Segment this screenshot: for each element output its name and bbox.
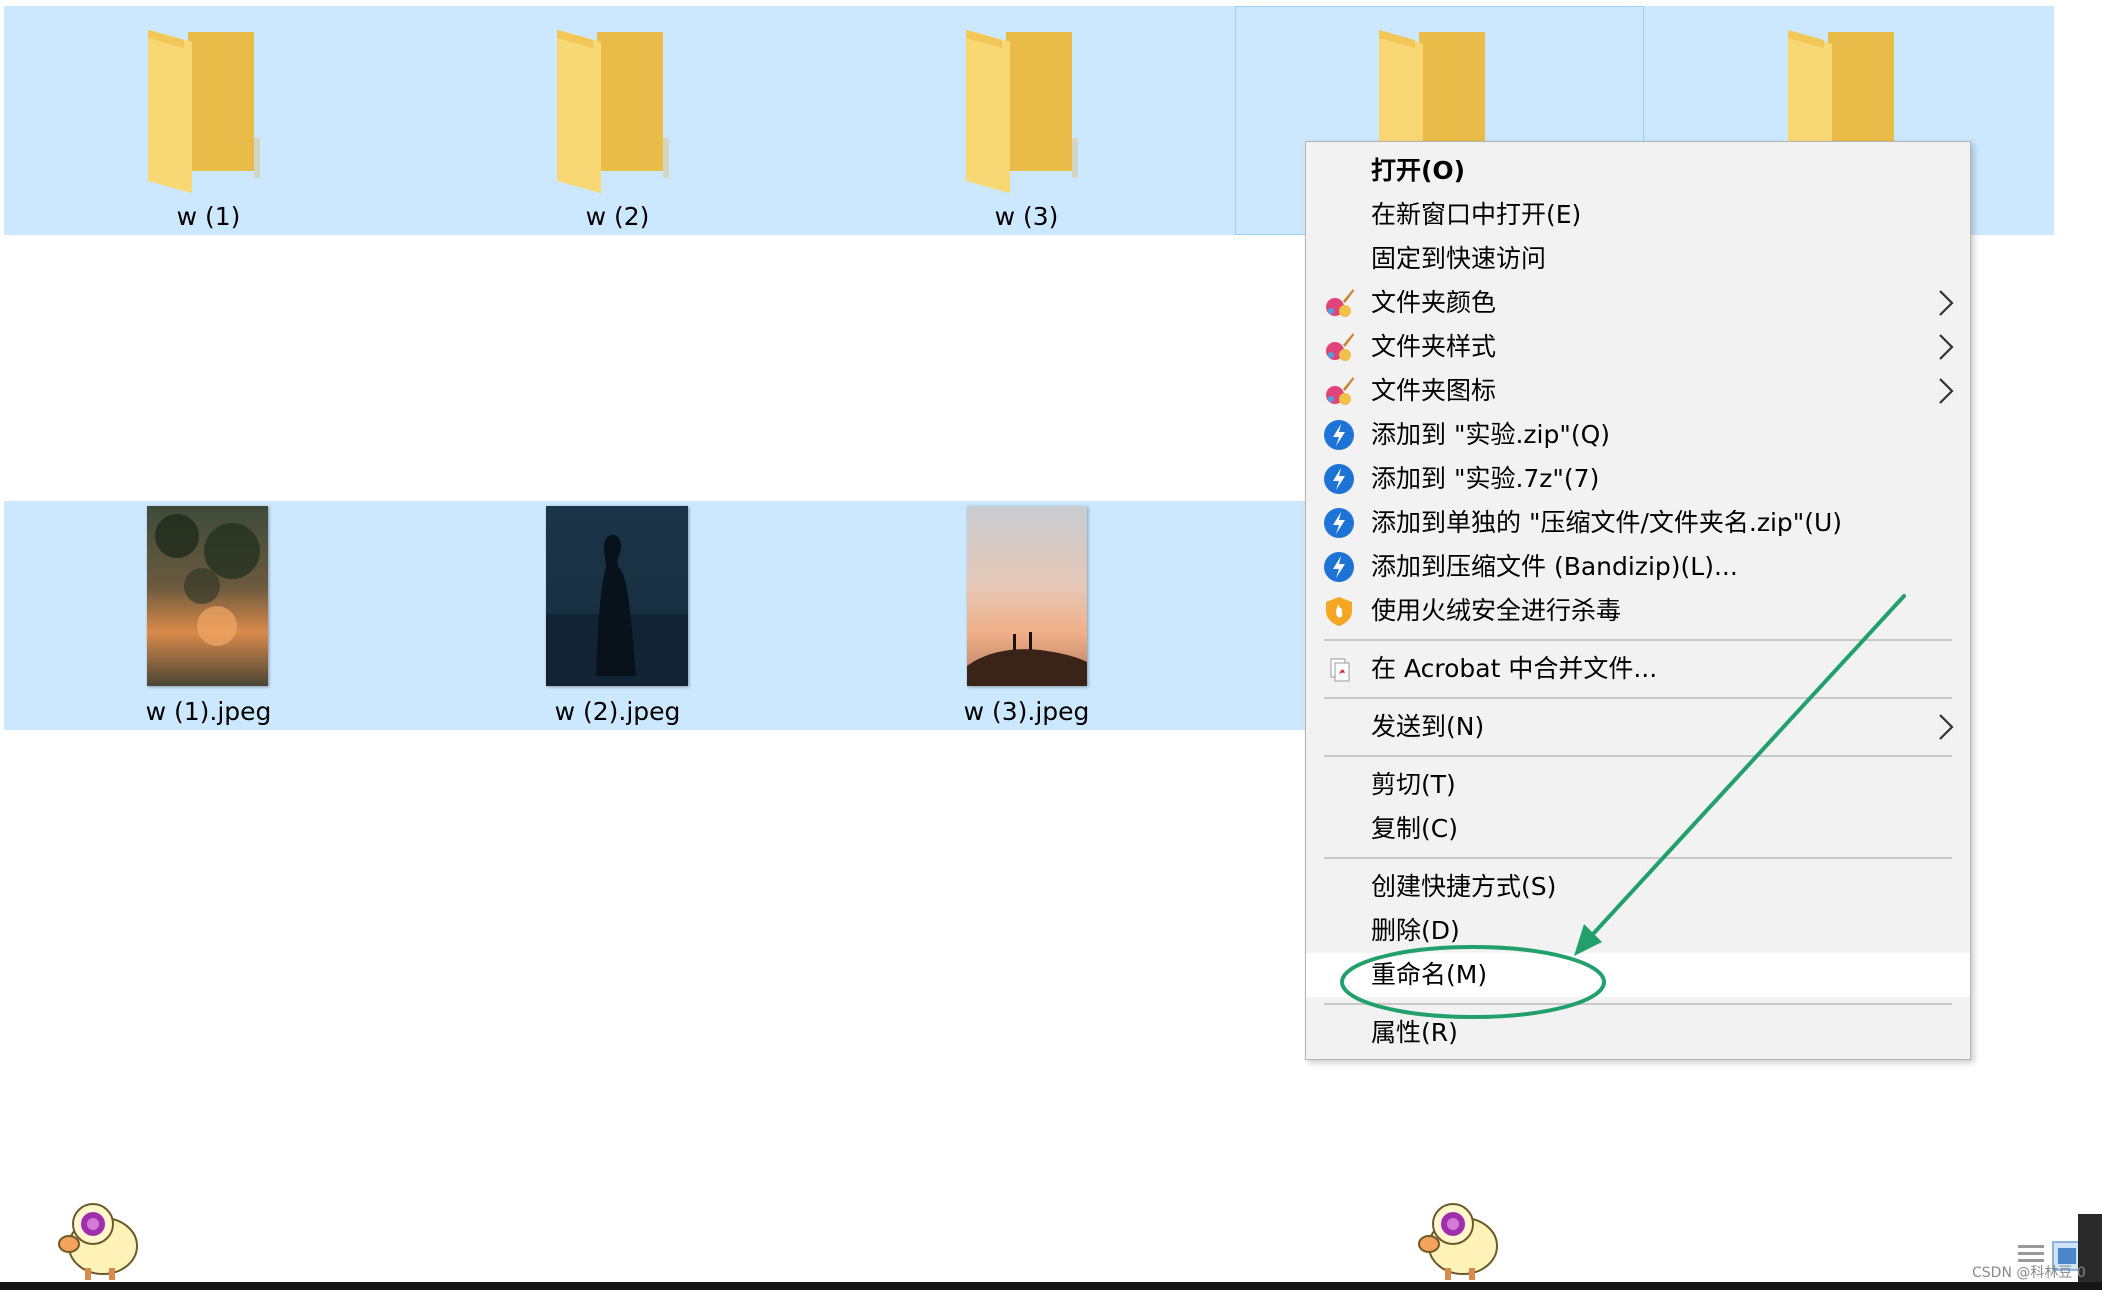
paint-brush-icon bbox=[1326, 377, 1354, 405]
menu-item-label: 文件夹样式 bbox=[1371, 332, 1497, 361]
menu-item-scan-virus[interactable]: 使用火绒安全进行杀毒 bbox=[1306, 589, 1970, 633]
menu-separator bbox=[1324, 639, 1952, 641]
menu-item-open-new-window[interactable]: 在新窗口中打开(E) bbox=[1306, 193, 1970, 237]
bottom-edge-bar bbox=[0, 1282, 2102, 1290]
bandizip-icon bbox=[1324, 552, 1354, 582]
paint-brush-icon bbox=[1326, 289, 1354, 317]
menu-item-delete[interactable]: 删除(D) bbox=[1306, 909, 1970, 953]
image-thumbnail bbox=[967, 506, 1087, 686]
bandizip-icon bbox=[1324, 420, 1354, 450]
menu-separator bbox=[1324, 697, 1952, 699]
menu-item-rename[interactable]: 重命名(M) bbox=[1306, 953, 1970, 997]
file-item-folder-w3[interactable]: w (3) bbox=[822, 6, 1231, 235]
menu-item-add-zip[interactable]: 添加到 "实验.zip"(Q) bbox=[1306, 413, 1970, 457]
file-name: w (2).jpeg bbox=[554, 697, 681, 726]
huorong-shield-icon bbox=[1326, 597, 1352, 626]
menu-item-label: 在新窗口中打开(E) bbox=[1371, 200, 1582, 229]
menu-item-send-to[interactable]: 发送到(N) bbox=[1306, 705, 1970, 749]
menu-item-label: 打开(O) bbox=[1371, 156, 1466, 185]
chevron-right-icon bbox=[1939, 378, 1954, 404]
menu-item-label: 创建快捷方式(S) bbox=[1371, 872, 1557, 901]
file-item-folder-w1[interactable]: w (1) bbox=[4, 6, 413, 235]
menu-separator bbox=[1324, 1003, 1952, 1005]
menu-item-label: 重命名(M) bbox=[1371, 960, 1488, 989]
menu-item-label: 添加到压缩文件 (Bandizip)(L)... bbox=[1371, 552, 1738, 581]
menu-item-copy[interactable]: 复制(C) bbox=[1306, 807, 1970, 851]
menu-item-open[interactable]: 打开(O) bbox=[1306, 149, 1970, 193]
file-name: w (3).jpeg bbox=[963, 697, 1090, 726]
menu-item-add-separate[interactable]: 添加到单独的 "压缩文件/文件夹名.zip"(U) bbox=[1306, 501, 1970, 545]
chevron-right-icon bbox=[1939, 334, 1954, 360]
bandizip-icon bbox=[1324, 464, 1354, 494]
menu-item-label: 属性(R) bbox=[1371, 1018, 1458, 1047]
menu-item-folder-icon[interactable]: 文件夹图标 bbox=[1306, 369, 1970, 413]
chevron-right-icon bbox=[1939, 714, 1954, 740]
sheep-mascot-icon[interactable] bbox=[55, 1198, 141, 1282]
file-item-image-w1[interactable]: w (1).jpeg bbox=[4, 501, 413, 730]
menu-separator bbox=[1324, 755, 1952, 757]
file-item-image-w3[interactable]: w (3).jpeg bbox=[822, 501, 1231, 730]
watermark: CSDN @科林豆 0 bbox=[1972, 1265, 2086, 1281]
menu-item-label: 添加到 "实验.zip"(Q) bbox=[1371, 420, 1611, 449]
menu-item-label: 固定到快速访问 bbox=[1371, 244, 1547, 273]
menu-item-cut[interactable]: 剪切(T) bbox=[1306, 763, 1970, 807]
image-thumbnail bbox=[546, 506, 688, 686]
menu-item-label: 删除(D) bbox=[1371, 916, 1460, 945]
menu-item-label: 发送到(N) bbox=[1371, 712, 1485, 741]
sheep-mascot-icon[interactable] bbox=[1415, 1198, 1501, 1282]
menu-item-label: 添加到 "实验.7z"(7) bbox=[1371, 464, 1600, 493]
menu-item-folder-color[interactable]: 文件夹颜色 bbox=[1306, 281, 1970, 325]
menu-separator bbox=[1324, 857, 1952, 859]
menu-item-label: 使用火绒安全进行杀毒 bbox=[1371, 596, 1622, 625]
folder-icon bbox=[148, 29, 260, 194]
menu-item-label: 复制(C) bbox=[1371, 814, 1458, 843]
chevron-right-icon bbox=[1939, 290, 1954, 316]
context-menu: 打开(O) 在新窗口中打开(E) 固定到快速访问 文件夹颜色 文件夹样式 文件夹… bbox=[1305, 141, 1971, 1060]
menu-item-pin-quick-access[interactable]: 固定到快速访问 bbox=[1306, 237, 1970, 281]
paint-brush-icon bbox=[1326, 333, 1354, 361]
folder-icon bbox=[966, 29, 1078, 194]
menu-item-create-shortcut[interactable]: 创建快捷方式(S) bbox=[1306, 865, 1970, 909]
file-name: w (2) bbox=[585, 202, 650, 231]
file-name: w (3) bbox=[994, 202, 1059, 231]
file-name: w (1) bbox=[176, 202, 241, 231]
menu-item-label: 在 Acrobat 中合并文件... bbox=[1371, 654, 1658, 683]
menu-item-folder-style[interactable]: 文件夹样式 bbox=[1306, 325, 1970, 369]
menu-item-label: 添加到单独的 "压缩文件/文件夹名.zip"(U) bbox=[1371, 508, 1843, 537]
bandizip-icon bbox=[1324, 508, 1354, 538]
acrobat-icon bbox=[1330, 658, 1350, 682]
file-item-image-w2[interactable]: w (2).jpeg bbox=[413, 501, 822, 730]
folder-icon bbox=[557, 29, 669, 194]
image-thumbnail bbox=[147, 506, 268, 686]
folder-icon bbox=[1379, 30, 1485, 146]
file-item-folder-w2[interactable]: w (2) bbox=[413, 6, 822, 235]
menu-item-add-7z[interactable]: 添加到 "实验.7z"(7) bbox=[1306, 457, 1970, 501]
menu-item-label: 文件夹颜色 bbox=[1371, 288, 1497, 317]
folder-icon bbox=[1788, 30, 1894, 146]
menu-item-add-archive[interactable]: 添加到压缩文件 (Bandizip)(L)... bbox=[1306, 545, 1970, 589]
menu-item-acrobat-merge[interactable]: 在 Acrobat 中合并文件... bbox=[1306, 647, 1970, 691]
menu-item-label: 剪切(T) bbox=[1371, 770, 1456, 799]
menu-item-label: 文件夹图标 bbox=[1371, 376, 1497, 405]
menu-item-properties[interactable]: 属性(R) bbox=[1306, 1011, 1970, 1055]
file-name: w (1).jpeg bbox=[145, 697, 272, 726]
